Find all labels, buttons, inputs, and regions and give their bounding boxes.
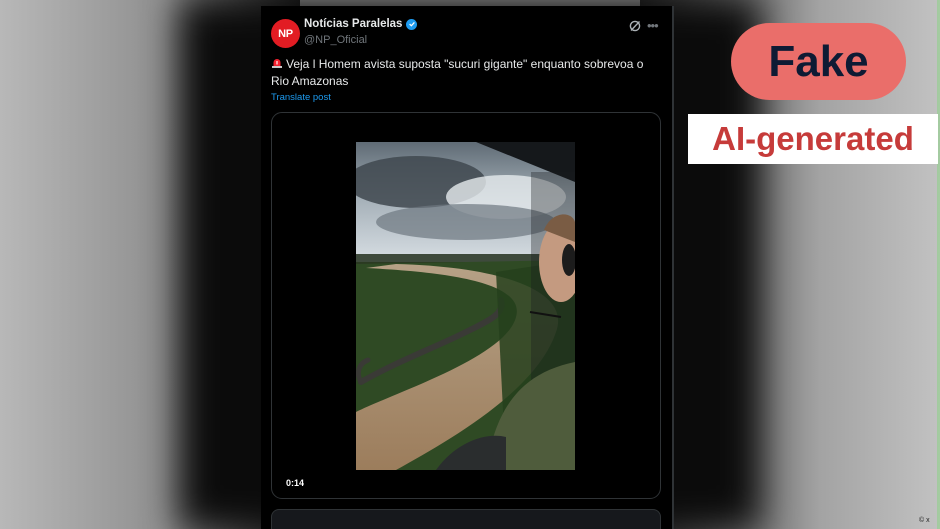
ai-generated-label: AI-generated: [688, 114, 938, 164]
author-name[interactable]: Notícias Paralelas: [304, 18, 402, 30]
post-text: Veja l Homem avista suposta "sucuri giga…: [271, 57, 661, 89]
next-post-preview: [271, 509, 661, 529]
more-icon[interactable]: •••: [647, 18, 659, 33]
siren-icon: [271, 57, 283, 74]
tweet-border: [672, 6, 674, 529]
translate-post-link[interactable]: Translate post: [271, 92, 331, 103]
post-text-body: Veja l Homem avista suposta "sucuri giga…: [271, 57, 644, 88]
video-player[interactable]: 0:14: [271, 112, 661, 499]
tweet-card: NP Notícias Paralelas @NP_Oficial ••• Ve…: [261, 6, 672, 529]
video-frame: [356, 142, 575, 470]
author-handle[interactable]: @NP_Oficial: [304, 34, 367, 46]
image-credit: © x: [919, 517, 930, 524]
avatar[interactable]: NP: [271, 19, 300, 48]
fake-label: Fake: [731, 23, 906, 100]
verified-badge-icon: [406, 18, 418, 30]
grok-icon[interactable]: [628, 19, 642, 33]
video-timestamp: 0:14: [286, 478, 305, 488]
author-line: Notícias Paralelas: [304, 18, 418, 30]
